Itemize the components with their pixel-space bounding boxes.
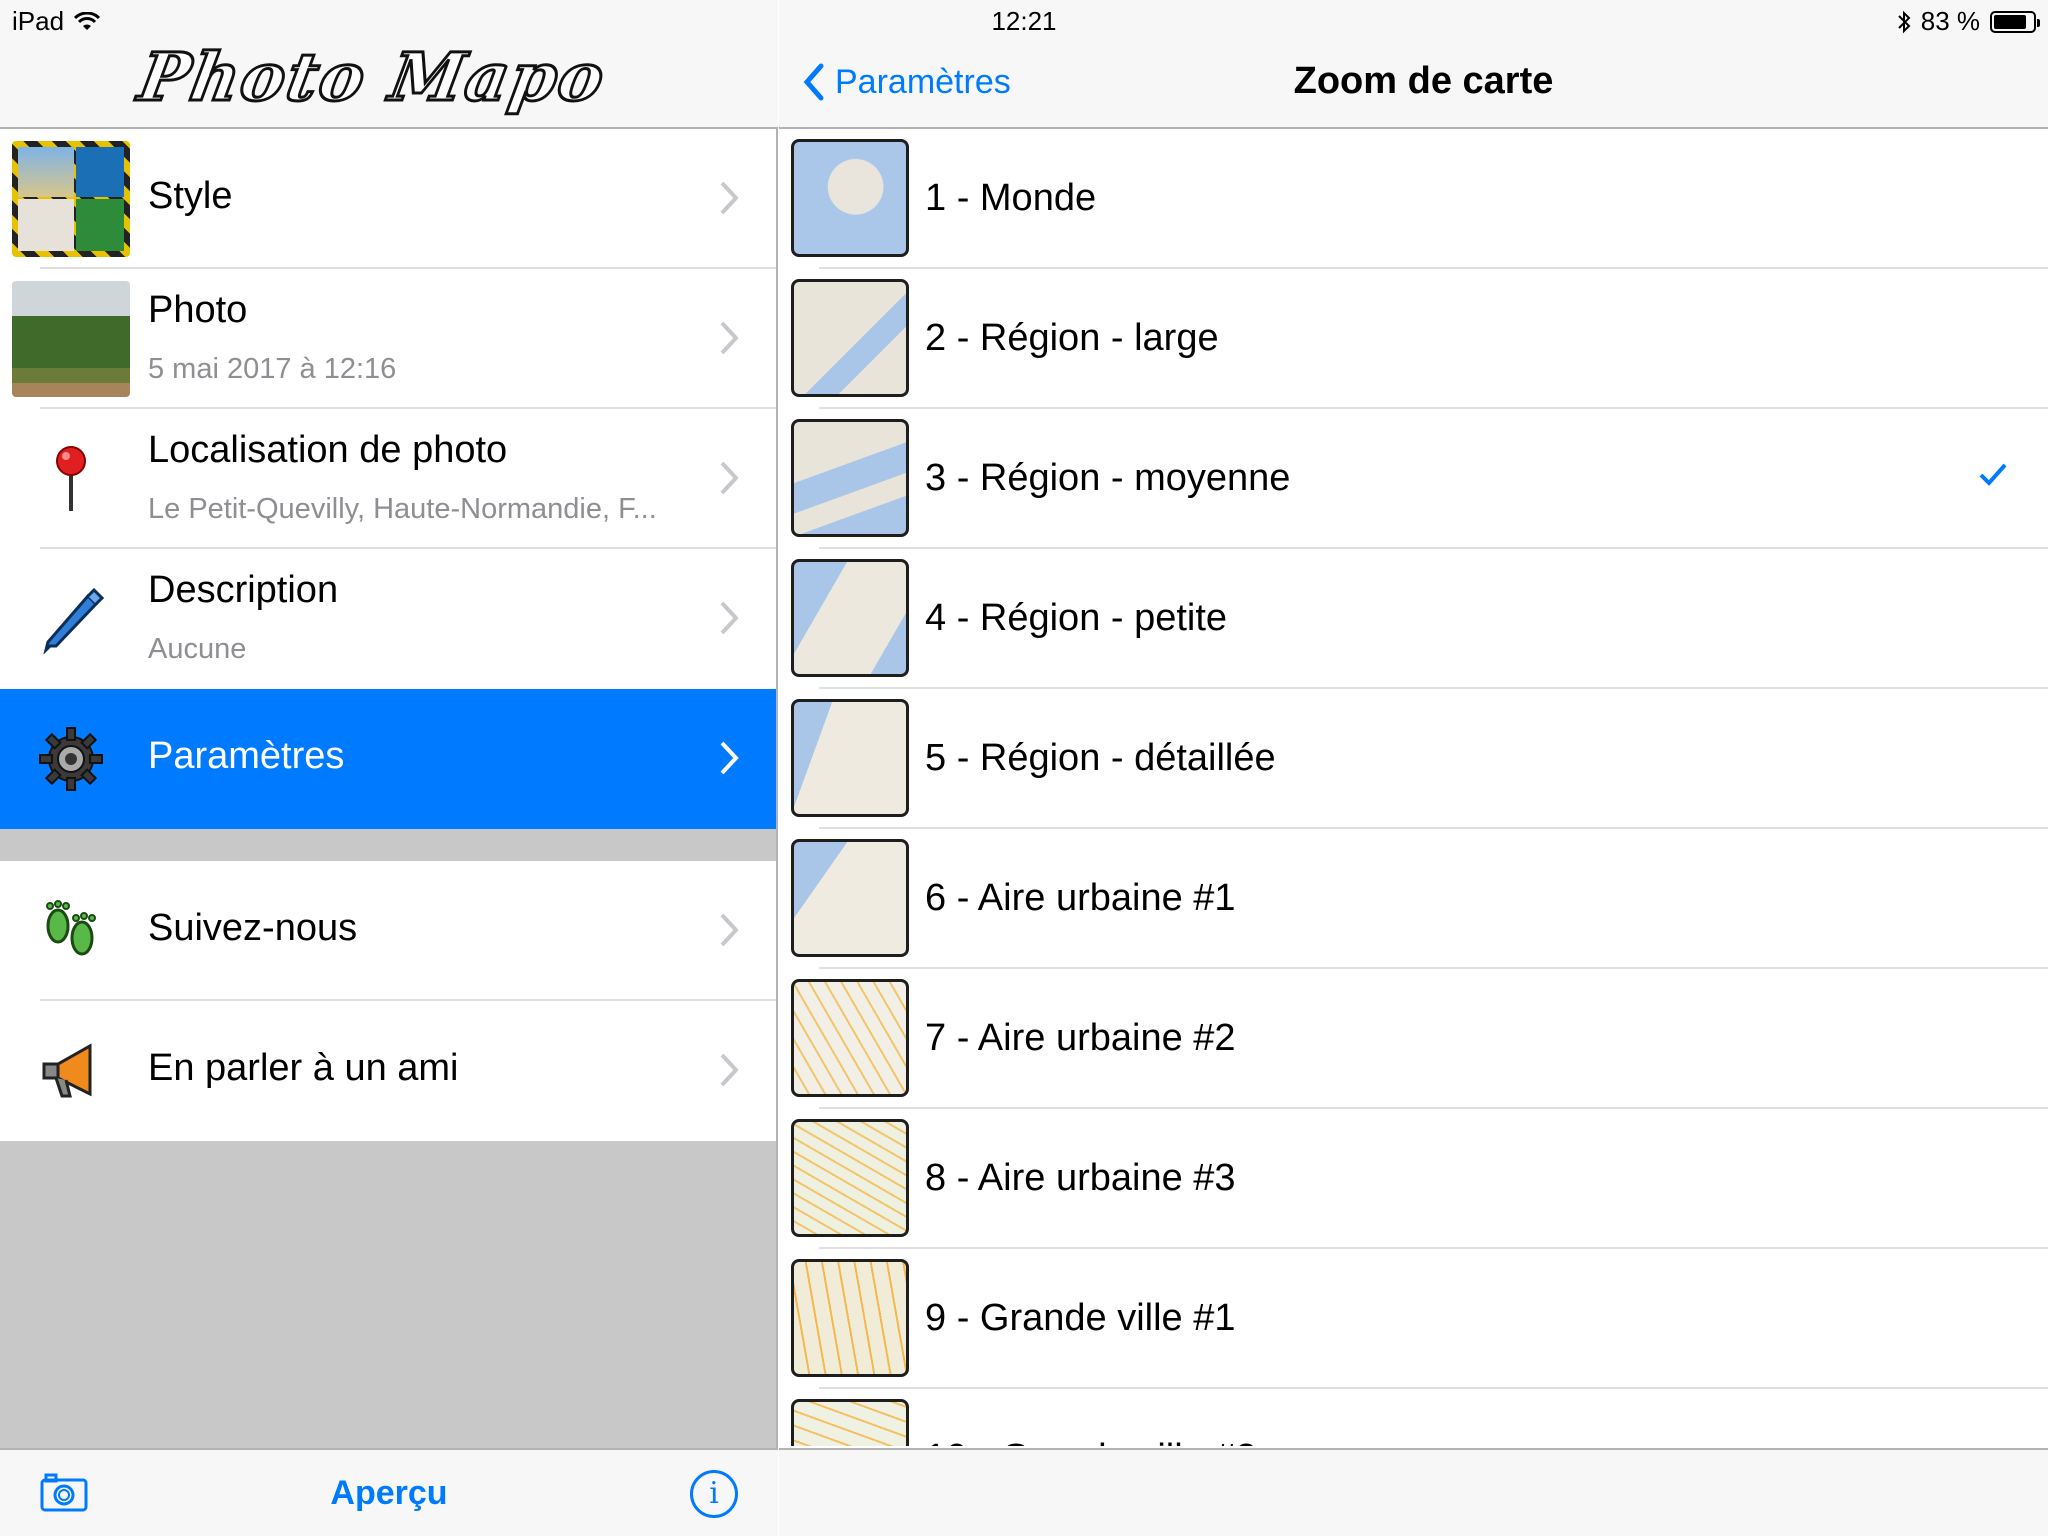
- status-right: 83 %: [1897, 6, 2040, 37]
- chevron-right-icon: [720, 601, 739, 635]
- battery-percent: 83 %: [1920, 6, 1980, 36]
- map-thumbnail: [791, 279, 909, 397]
- app-logo: Photo Mapo: [132, 37, 614, 118]
- photo-preview-image: [12, 281, 130, 397]
- menu-item-title: En parler à un ami: [148, 1047, 459, 1089]
- zoom-option[interactable]: 9 - Grande ville #1: [779, 1249, 2048, 1389]
- menu-item-title: Localisation de photo: [148, 429, 508, 471]
- page-title: Zoom de carte: [1293, 60, 1554, 102]
- megaphone-icon: [12, 1013, 130, 1129]
- style-preview-image: [12, 141, 130, 257]
- zoom-option-label: 5 - Région - détaillée: [925, 737, 1276, 779]
- zoom-option-label: 4 - Région - petite: [925, 597, 1228, 639]
- menu-item-follow-us[interactable]: Suivez-nous: [0, 861, 776, 1001]
- checkmark-icon: [1979, 463, 2007, 486]
- chevron-right-icon: [720, 741, 739, 775]
- info-button[interactable]: i: [690, 1470, 738, 1518]
- map-thumbnail: [791, 139, 909, 257]
- menu-item-tell-friend[interactable]: En parler à un ami: [0, 1001, 776, 1141]
- battery-icon: [1990, 10, 2040, 33]
- zoom-option[interactable]: 10 - Grande ville #2: [779, 1389, 2048, 1446]
- gear-icon: [12, 701, 130, 817]
- style-thumbnail: [12, 141, 130, 257]
- zoom-option-label: 3 - Région - moyenne: [925, 457, 1291, 499]
- chevron-right-icon: [720, 913, 739, 947]
- detail-toolbar: [779, 1448, 2048, 1536]
- zoom-option-label: 2 - Région - large: [925, 317, 1219, 359]
- map-thumbnail: [791, 1119, 909, 1237]
- menu-item-title: Style: [148, 175, 233, 217]
- zoom-option[interactable]: 8 - Aire urbaine #3: [779, 1109, 2048, 1249]
- menu-item-subtitle: 5 mai 2017 à 12:16: [148, 353, 397, 385]
- menu-item-title: Description: [148, 569, 339, 611]
- menu-item-subtitle: Le Petit-Quevilly, Haute-Normandie, F...: [148, 493, 657, 525]
- pin-icon: [12, 421, 130, 537]
- zoom-option[interactable]: 5 - Région - détaillée: [779, 689, 2048, 829]
- map-thumbnail: [791, 839, 909, 957]
- status-time: 12:21: [991, 6, 1057, 36]
- master-menu: Style Photo 5 mai 2017 à 12:16 Localisat…: [0, 129, 776, 1141]
- photo-thumbnail: [12, 281, 130, 397]
- map-thumbnail: [791, 1259, 909, 1377]
- zoom-option[interactable]: 1 - Monde: [779, 129, 2048, 269]
- menu-item-description[interactable]: Description Aucune: [0, 549, 776, 689]
- map-thumbnail: [791, 979, 909, 1097]
- chevron-right-icon: [720, 321, 739, 355]
- zoom-option-label: 10 - Grande ville #2: [925, 1437, 1257, 1446]
- zoom-option-label: 1 - Monde: [925, 177, 1097, 219]
- zoom-option[interactable]: 7 - Aire urbaine #2: [779, 969, 2048, 1109]
- menu-item-location[interactable]: Localisation de photo Le Petit-Quevilly,…: [0, 409, 776, 549]
- status-bar: iPad 12:21 83 %: [0, 0, 2048, 40]
- zoom-option-label: 9 - Grande ville #1: [925, 1297, 1236, 1339]
- chevron-right-icon: [720, 181, 739, 215]
- zoom-option-label: 6 - Aire urbaine #1: [925, 877, 1236, 919]
- menu-item-title: Paramètres: [148, 735, 345, 777]
- menu-item-photo[interactable]: Photo 5 mai 2017 à 12:16: [0, 269, 776, 409]
- map-thumbnail: [791, 1399, 909, 1446]
- menu-item-title: Photo: [148, 289, 248, 331]
- chevron-right-icon: [720, 1053, 739, 1087]
- preview-button[interactable]: Aperçu: [0, 1474, 778, 1513]
- battery-fill: [1994, 14, 2026, 29]
- zoom-option-label: 7 - Aire urbaine #2: [925, 1017, 1236, 1059]
- master-pane: Photo Mapo Style Photo 5 mai 2017 à 12:1…: [0, 0, 778, 1536]
- detail-pane: Paramètres Zoom de carte 1 - Monde 2 - R…: [779, 0, 2048, 1536]
- menu-item-title: Suivez-nous: [148, 907, 358, 949]
- zoom-option-label: 8 - Aire urbaine #3: [925, 1157, 1236, 1199]
- menu-item-style[interactable]: Style: [0, 129, 776, 269]
- map-thumbnail: [791, 419, 909, 537]
- pen-icon: [12, 561, 130, 677]
- menu-item-subtitle: Aucune: [148, 633, 247, 665]
- master-toolbar: Aperçu i: [0, 1448, 778, 1536]
- zoom-option[interactable]: 2 - Région - large: [779, 269, 2048, 409]
- zoom-option-selected[interactable]: 3 - Région - moyenne: [779, 409, 2048, 549]
- bluetooth-icon: [1898, 10, 1911, 33]
- footprints-icon: [12, 873, 130, 989]
- chevron-right-icon: [720, 461, 739, 495]
- map-thumbnail: [791, 699, 909, 817]
- zoom-options-list: 1 - Monde 2 - Région - large 3 - Région …: [779, 129, 2048, 1446]
- menu-item-settings[interactable]: Paramètres: [0, 689, 776, 829]
- map-thumbnail: [791, 559, 909, 677]
- section-gap: [0, 829, 776, 861]
- zoom-option[interactable]: 6 - Aire urbaine #1: [779, 829, 2048, 969]
- zoom-option[interactable]: 4 - Région - petite: [779, 549, 2048, 689]
